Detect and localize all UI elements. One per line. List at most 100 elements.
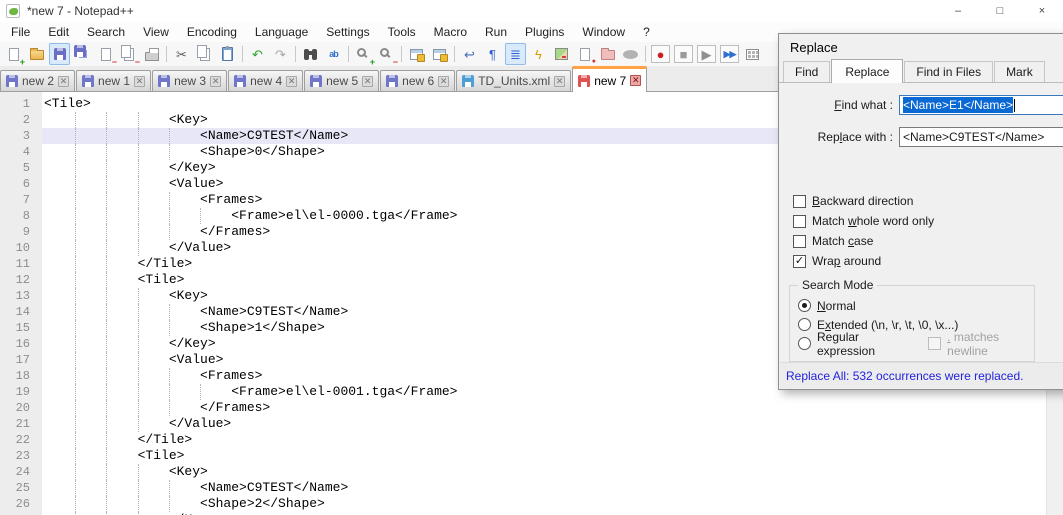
show-indent-guide-button[interactable]: ≣	[505, 43, 526, 65]
tab-new-1[interactable]: new 1 ✕	[76, 70, 152, 91]
menu-item-macro[interactable]: Macro	[425, 23, 476, 41]
document-map-button[interactable]	[551, 43, 572, 65]
redo-button[interactable]: ↷	[270, 43, 291, 65]
indent-guide	[137, 224, 139, 240]
find-button[interactable]	[300, 43, 321, 65]
save-file-button[interactable]	[49, 43, 70, 65]
save-all-button[interactable]	[72, 43, 93, 65]
menu-item-[interactable]: ?	[634, 23, 659, 41]
tab-new-2[interactable]: new 2 ✕	[0, 70, 76, 91]
checkbox-backward-direction[interactable]: Backward direction	[793, 191, 1063, 211]
macro-record-button[interactable]: ●	[650, 43, 671, 65]
indent-guide	[106, 448, 108, 464]
print-button[interactable]	[141, 43, 162, 65]
checkbox-match-whole-word-only[interactable]: Match whole word only	[793, 211, 1063, 231]
tab-close-icon[interactable]: ✕	[134, 75, 146, 87]
tab-new-7[interactable]: new 7 ✕	[572, 66, 648, 92]
tab-save-state-icon	[82, 75, 95, 87]
menu-item-view[interactable]: View	[134, 23, 178, 41]
dialog-tab-mark[interactable]: Mark	[994, 61, 1045, 82]
cut-button[interactable]: ✂	[171, 43, 192, 65]
replace-button[interactable]: ab	[323, 43, 344, 65]
menu-item-encoding[interactable]: Encoding	[178, 23, 246, 41]
user-defined-language-button[interactable]: ϟ	[528, 43, 549, 65]
tab-close-icon[interactable]: ✕	[58, 75, 70, 87]
monitoring-icon	[623, 49, 638, 59]
tab-close-icon[interactable]: ✕	[286, 75, 298, 87]
line-number: 18	[15, 369, 30, 383]
sync-horizontal-scrolling-button[interactable]	[429, 43, 450, 65]
tab-label: new 1	[98, 74, 131, 88]
new-file-button[interactable]: +	[3, 43, 25, 67]
menu-item-run[interactable]: Run	[476, 23, 516, 41]
checkbox-wrap-around[interactable]: Wrap around	[793, 251, 1063, 271]
monitoring-button[interactable]	[620, 43, 641, 65]
radio-label: Regular expression	[817, 329, 876, 358]
toolbar-separator	[645, 46, 646, 62]
checkbox-match-case[interactable]: Match case	[793, 231, 1063, 251]
maximize-icon[interactable]: □	[979, 0, 1021, 22]
macro-run-multiple-button[interactable]: ▶▶	[719, 43, 740, 65]
plus-overlay-icon: +	[369, 57, 375, 67]
checkbox-label: Match whole word only	[812, 214, 935, 228]
tab-new-6[interactable]: new 6 ✕	[380, 70, 456, 91]
zoom-out-button[interactable]: −	[376, 43, 398, 67]
dialog-tab-find-in-files[interactable]: Find in Files	[904, 61, 994, 82]
indent-guide	[137, 416, 139, 432]
tab-close-icon[interactable]: ✕	[438, 75, 450, 87]
toolbar-separator	[401, 46, 402, 62]
menu-item-tools[interactable]: Tools	[379, 23, 425, 41]
document-switcher-button[interactable]: ●	[574, 43, 596, 65]
menu-item-plugins[interactable]: Plugins	[516, 23, 573, 41]
paste-button[interactable]	[217, 43, 238, 65]
minimize-icon[interactable]: –	[937, 0, 979, 22]
find-what-input[interactable]: <Name>E1</Name>	[899, 95, 1063, 115]
macro-save-button[interactable]	[742, 43, 763, 65]
menu-item-file[interactable]: File	[2, 23, 39, 41]
tab-close-icon[interactable]: ✕	[630, 75, 642, 86]
radio-regular-expression[interactable]: Regular expression . matches newline	[798, 330, 1034, 358]
menu-item-window[interactable]: Window	[573, 23, 634, 41]
replace-with-input[interactable]: <Name>C9TEST</Name>	[899, 127, 1063, 147]
tab-label: new 4	[250, 74, 283, 88]
sync-vertical-scrolling-button[interactable]	[406, 43, 427, 65]
folder-as-workspace-icon	[600, 48, 615, 60]
close-file-button[interactable]: −	[95, 43, 117, 67]
tab-new-3[interactable]: new 3 ✕	[152, 70, 228, 91]
tab-new-4[interactable]: new 4 ✕	[228, 70, 304, 91]
code-text: </Key>	[44, 336, 216, 351]
line-number: 22	[15, 433, 30, 447]
code-text: <Key>	[44, 464, 208, 479]
close-icon[interactable]: ×	[1021, 0, 1063, 22]
line-number-gutter[interactable]: 1 2 3 4 5 6 7 8 9 10 11 12 13 14 15 16 17 18 19 20 21 22 23 24 2…	[0, 92, 42, 515]
menu-item-settings[interactable]: Settings	[317, 23, 378, 41]
code-line: <Shape>2</Shape>	[42, 496, 1046, 512]
tab-close-icon[interactable]: ✕	[210, 75, 222, 87]
menu-item-search[interactable]: Search	[78, 23, 134, 41]
dialog-tab-replace[interactable]: Replace	[831, 59, 904, 83]
zoom-in-button[interactable]: +	[353, 43, 375, 67]
folder-as-workspace-button[interactable]	[597, 43, 618, 65]
menu-item-edit[interactable]: Edit	[39, 23, 78, 41]
tab-close-icon[interactable]: ✕	[554, 75, 566, 87]
open-file-button[interactable]	[26, 43, 47, 65]
indent-guide	[200, 208, 202, 224]
dialog-tab-find[interactable]: Find	[783, 61, 831, 82]
close-all-button[interactable]: −	[118, 43, 140, 67]
macro-stop-button[interactable]: ■	[673, 43, 694, 65]
radio-normal[interactable]: Normal	[798, 296, 1034, 315]
code-text: <Tile>	[44, 448, 185, 463]
word-wrap-button[interactable]: ↩	[459, 43, 480, 65]
save-all-icon	[73, 45, 86, 57]
tab-td-units-xml[interactable]: TD_Units.xml ✕	[456, 70, 572, 91]
indent-guide	[200, 384, 202, 400]
replace-status-message: Replace All: 532 occurrences were replac…	[780, 362, 1063, 388]
tab-close-icon[interactable]: ✕	[362, 75, 374, 87]
code-text: <Tile>	[44, 272, 185, 287]
menu-item-language[interactable]: Language	[246, 23, 317, 41]
macro-play-button[interactable]: ▶	[696, 43, 717, 65]
show-all-characters-button[interactable]: ¶	[482, 43, 503, 65]
copy-button[interactable]	[194, 43, 215, 65]
undo-button[interactable]: ↶	[247, 43, 268, 65]
tab-new-5[interactable]: new 5 ✕	[304, 70, 380, 91]
